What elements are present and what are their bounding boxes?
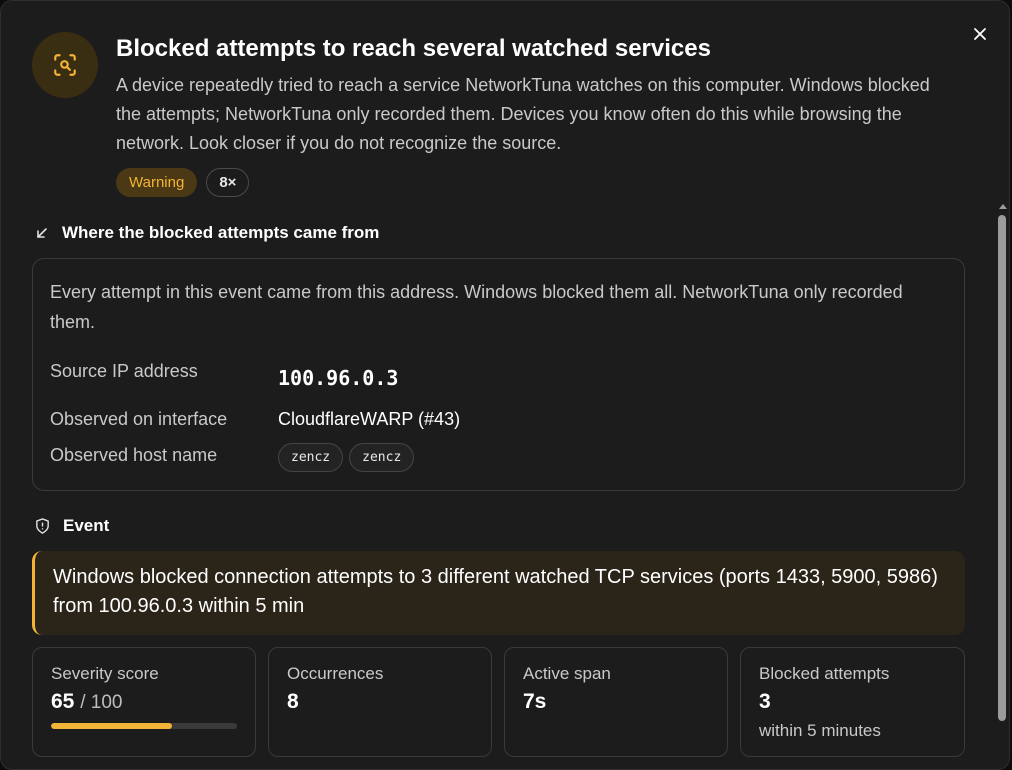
severity-badge: Warning [116, 168, 198, 197]
host-name-label: Observed host name [50, 445, 218, 465]
event-section-title: Event [63, 516, 110, 535]
event-summary-banner: Windows blocked connection attempts to 3… [32, 551, 965, 635]
active-span-label: Active span [523, 664, 611, 683]
scrollbar-thumb[interactable] [998, 215, 1006, 721]
close-button[interactable] [967, 21, 993, 47]
occurrence-count-badge: 8× [206, 168, 250, 197]
severity-score-label: Severity score [51, 664, 159, 683]
blocked-attempts-window: within 5 minutes [759, 721, 881, 740]
shield-alert-icon [36, 518, 49, 534]
scan-search-icon [54, 54, 76, 76]
source-ip-value: 100.96.0.3 [278, 366, 399, 390]
severity-score-value: 65 / 100 [51, 690, 122, 714]
host-name-chip: zencz [278, 443, 344, 472]
host-name-list: zencz zencz [278, 443, 415, 472]
severity-score-number: 65 [51, 690, 75, 713]
active-span-card: Active span 7s [504, 647, 728, 757]
occurrences-value: 8 [287, 690, 299, 713]
dialog-title: Blocked attempts to reach several watche… [116, 35, 711, 62]
blocked-attempts-label: Blocked attempts [759, 664, 890, 683]
event-section-heading: Event [34, 516, 109, 536]
host-name-chip: zencz [349, 443, 415, 472]
scroll-up-arrow-icon[interactable] [998, 201, 1008, 211]
blocked-attempts-card: Blocked attempts 3 within 5 minutes [740, 647, 965, 757]
source-description: Every attempt in this event came from th… [50, 282, 903, 332]
interface-label: Observed on interface [50, 409, 228, 429]
event-summary-text: Windows blocked connection attempts to 3… [53, 566, 938, 617]
header-icon-badge [32, 32, 98, 98]
source-card: Every attempt in this event came from th… [32, 258, 965, 491]
source-ip-label: Source IP address [50, 361, 198, 381]
severity-score-max: / 100 [80, 692, 123, 713]
dialog-description: A device repeatedly tried to reach a ser… [116, 75, 930, 153]
occurrences-card: Occurrences 8 [268, 647, 492, 757]
severity-score-card: Severity score 65 / 100 [32, 647, 256, 757]
badge-row: Warning 8× [116, 168, 250, 197]
severity-progress-bar [51, 723, 237, 729]
source-section-title: Where the blocked attempts came from [62, 223, 380, 242]
occurrences-label: Occurrences [287, 664, 384, 683]
vertical-scrollbar[interactable] [998, 215, 1006, 721]
severity-progress-fill [51, 723, 172, 729]
blocked-attempts-value: 3 [759, 690, 771, 713]
source-section-heading: Where the blocked attempts came from [34, 223, 379, 243]
interface-value: CloudflareWARP (#43) [278, 409, 461, 429]
active-span-value: 7s [523, 690, 547, 713]
event-details-dialog: Blocked attempts to reach several watche… [0, 0, 1010, 770]
arrow-down-left-icon [37, 228, 47, 238]
close-icon [974, 28, 986, 40]
